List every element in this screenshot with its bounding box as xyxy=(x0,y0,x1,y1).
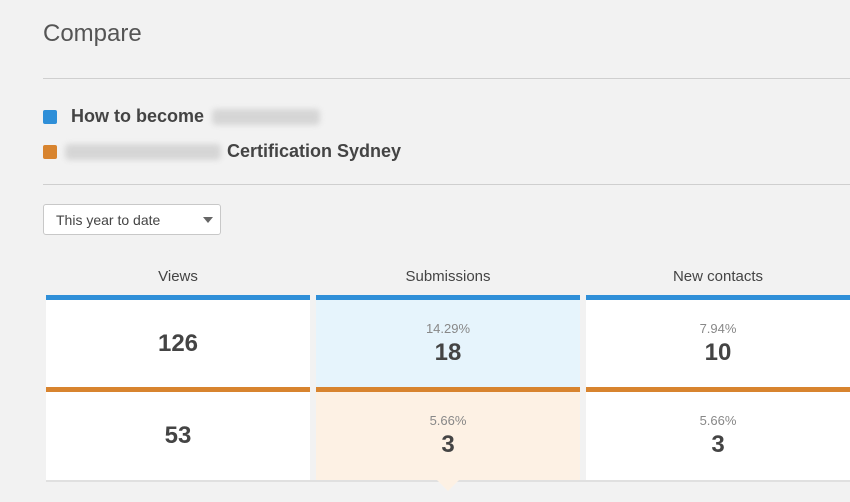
divider-top xyxy=(43,78,850,79)
metric-value: 53 xyxy=(164,422,192,449)
selection-pointer-icon xyxy=(437,480,459,491)
metric-value: 10 xyxy=(704,339,732,366)
redacted-text xyxy=(212,108,321,125)
metric-cell-views-series-2: 53 xyxy=(46,387,310,480)
column-header-views: Views xyxy=(158,268,198,285)
metric-value: 126 xyxy=(157,330,199,357)
chevron-down-icon xyxy=(203,217,213,223)
legend-item-blue: How to become xyxy=(43,106,321,127)
date-range-dropdown[interactable]: This year to date xyxy=(43,204,221,235)
orange-swatch-icon xyxy=(43,144,57,159)
page-title: Compare xyxy=(43,20,142,47)
legend-item-orange: Certification Sydney xyxy=(43,141,401,162)
metric-percent: 14.29% xyxy=(425,321,471,336)
metric-value: 18 xyxy=(434,339,462,366)
column-header-submissions: Submissions xyxy=(405,268,491,285)
column-header-new-contacts: New contacts xyxy=(672,268,764,285)
legend-label-orange: Certification Sydney xyxy=(227,141,402,161)
metric-percent: 5.66% xyxy=(429,413,467,428)
metric-percent: 5.66% xyxy=(699,413,737,428)
blue-swatch-icon xyxy=(43,109,57,124)
metric-cell-new-contacts-series-2[interactable]: 5.66% 3 xyxy=(586,387,850,480)
redacted-text xyxy=(65,143,221,160)
metric-value: 3 xyxy=(711,431,725,458)
metric-cell-submissions-series-2[interactable]: 5.66% 3 xyxy=(316,387,580,480)
date-range-value: This year to date xyxy=(56,211,161,228)
metric-cell-views-series-1: 126 xyxy=(46,295,310,388)
divider-bottom xyxy=(43,184,850,185)
metric-cell-new-contacts-series-1[interactable]: 7.94% 10 xyxy=(586,295,850,388)
legend-label-blue: How to become xyxy=(71,106,205,126)
metric-percent: 7.94% xyxy=(699,321,737,336)
metric-value: 3 xyxy=(441,431,455,458)
metric-cell-submissions-series-1[interactable]: 14.29% 18 xyxy=(316,295,580,388)
